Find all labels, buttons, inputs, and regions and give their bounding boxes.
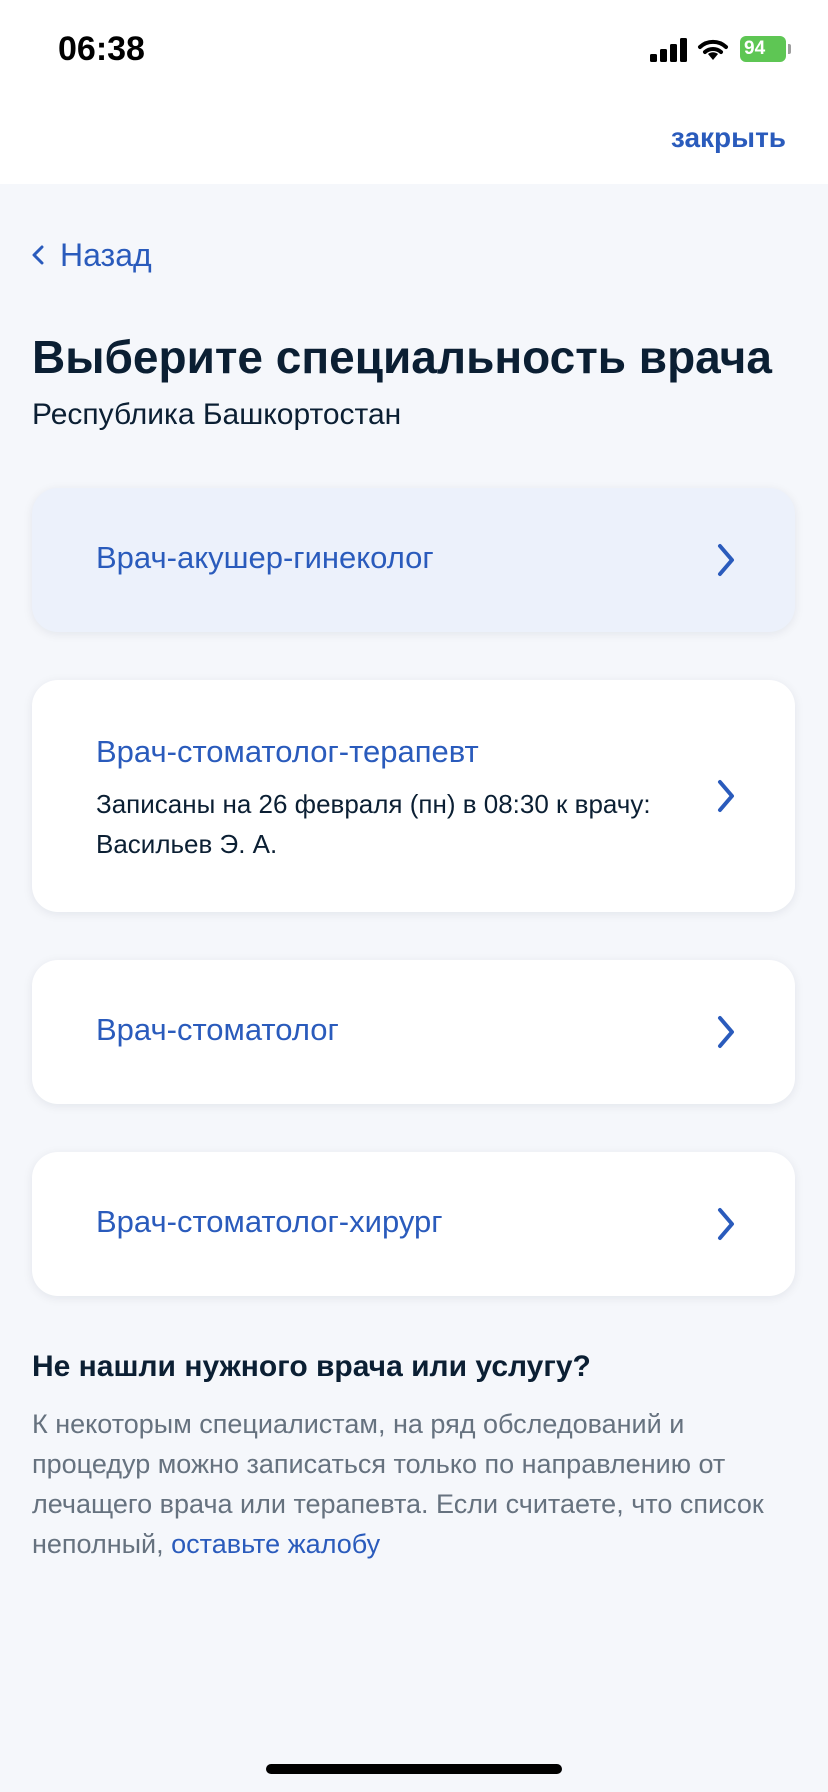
chevron-right-icon	[718, 544, 734, 576]
back-button[interactable]: Назад	[30, 235, 152, 275]
specialty-card[interactable]: Врач-стоматолог-хирург	[32, 1152, 795, 1296]
status-time: 06:38	[58, 30, 145, 68]
region-subtitle: Республика Башкортостан	[32, 398, 402, 431]
help-title: Не нашли нужного врача или услугу?	[32, 1350, 591, 1383]
chevron-right-icon	[718, 1208, 734, 1240]
cellular-signal-icon	[650, 38, 687, 62]
chevron-left-icon	[32, 245, 44, 265]
specialty-name: Врач-стоматолог-терапевт	[96, 734, 479, 769]
appointment-note: Записаны на 26 февраля (пн) в 08:30 к вр…	[96, 789, 651, 859]
chevron-right-icon	[718, 780, 734, 812]
specialty-name: Врач-стоматолог	[96, 1012, 339, 1047]
specialty-name: Врач-акушер-гинеколог	[96, 540, 434, 575]
help-description: К некоторым специалистам, на ряд обследо…	[32, 1409, 764, 1559]
close-button[interactable]: закрыть	[671, 122, 786, 154]
chevron-right-icon	[718, 1016, 734, 1048]
battery-charging-icon: 94	[740, 36, 791, 62]
top-bar: закрыть	[0, 100, 828, 184]
status-bar: 06:38 94	[0, 0, 828, 100]
specialty-card[interactable]: Врач-акушер-гинеколог	[32, 488, 795, 632]
help-text: К некоторым специалистам, на ряд обследо…	[32, 1404, 802, 1564]
battery-level: 94	[744, 38, 766, 59]
specialty-name: Врач-стоматолог-хирург	[96, 1204, 443, 1239]
complaint-link[interactable]: оставьте жалобу	[171, 1529, 380, 1559]
specialty-card[interactable]: Врач-стоматолог	[32, 960, 795, 1104]
wifi-icon	[698, 39, 728, 60]
home-indicator[interactable]	[266, 1764, 562, 1774]
specialty-card[interactable]: Врач-стоматолог-терапевт Записаны на 26 …	[32, 680, 795, 912]
page-title: Выберите специальность врача	[32, 331, 772, 383]
back-label: Назад	[60, 236, 152, 273]
